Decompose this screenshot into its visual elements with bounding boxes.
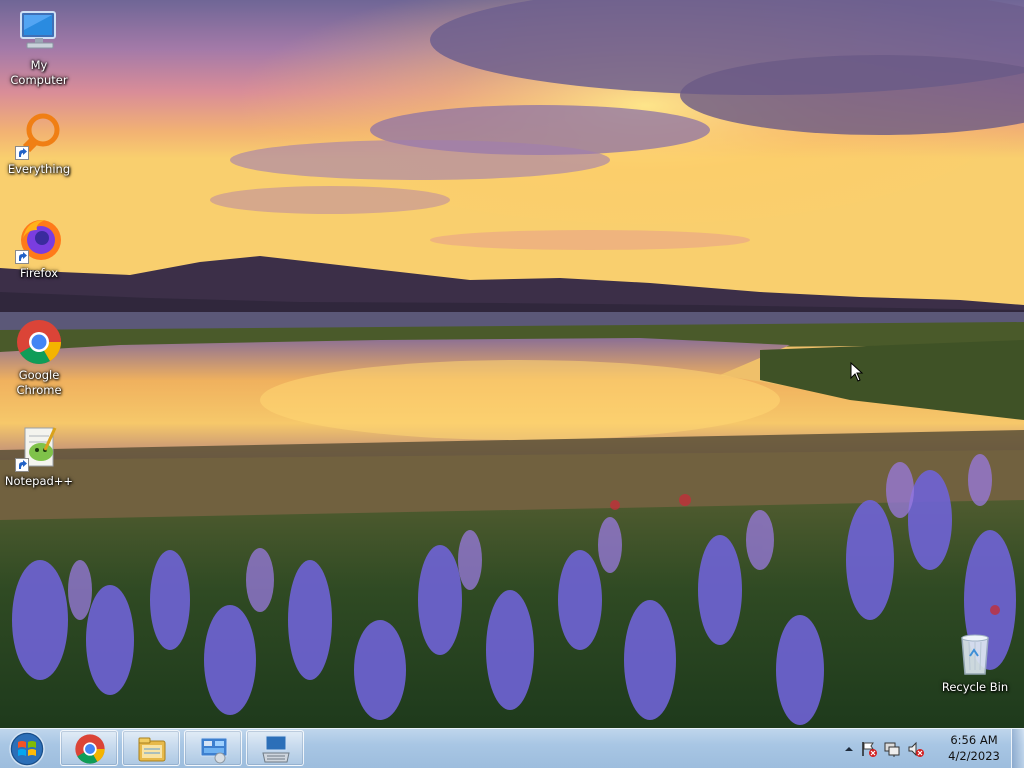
on-screen-keyboard-icon [262,735,290,763]
desktop-icon-my-computer[interactable]: My Computer [1,8,77,88]
show-hidden-icons-icon[interactable] [840,740,858,758]
chrome-icon [75,734,105,764]
control-panel-icon [200,737,228,764]
taskbar-control-panel-button[interactable] [184,730,242,766]
mouse-cursor-icon [850,362,864,382]
taskbar-file-explorer-button[interactable] [122,730,180,766]
desktop-icon-label: Recycle Bin [941,680,1009,694]
system-tray: 6:56 AM 4/2/2023 [834,729,1024,768]
shortcut-arrow-icon [15,458,29,472]
clock-time: 6:56 AM [950,733,998,747]
shortcut-arrow-icon [15,146,29,160]
clock-date: 4/2/2023 [948,749,1000,763]
desktop-icon-label: Everything [7,162,71,176]
taskbar: 6:56 AM 4/2/2023 [0,728,1024,768]
action-center-flag-icon[interactable] [860,740,878,758]
desktop-icon-label: Notepad++ [4,474,74,488]
everything-icon [15,112,63,160]
shortcut-arrow-icon [15,250,29,264]
desktop-icon-label: Firefox [19,266,59,280]
recycle-bin-icon [951,630,999,678]
desktop-icon-notepadpp[interactable]: Notepad++ [1,424,77,489]
desktop-icon-firefox[interactable]: Firefox [1,216,77,281]
desktop-icon-label: My Computer [10,58,68,87]
taskbar-chrome-button[interactable] [60,730,118,766]
windows-start-icon [9,731,45,767]
volume-muted-icon[interactable] [907,740,925,758]
desktop-icon-recycle-bin[interactable]: Recycle Bin [937,630,1013,695]
taskbar-on-screen-keyboard-button[interactable] [246,730,304,766]
desktop[interactable]: My Computer Everything Firefox Google Ch… [0,0,1024,728]
chrome-icon [15,318,63,366]
taskbar-clock[interactable]: 6:56 AM 4/2/2023 [934,732,1014,764]
desktop-icon-google-chrome[interactable]: Google Chrome [1,318,77,398]
file-explorer-icon [138,737,166,762]
desktop-icon-everything[interactable]: Everything [1,112,77,177]
show-desktop-button[interactable] [1011,729,1024,768]
network-icon[interactable] [883,740,901,758]
start-button[interactable] [4,730,50,767]
wallpaper [0,0,1024,728]
notepadpp-icon [15,424,63,472]
firefox-icon [15,216,63,264]
computer-icon [15,8,63,56]
desktop-icon-label: Google Chrome [16,368,62,397]
